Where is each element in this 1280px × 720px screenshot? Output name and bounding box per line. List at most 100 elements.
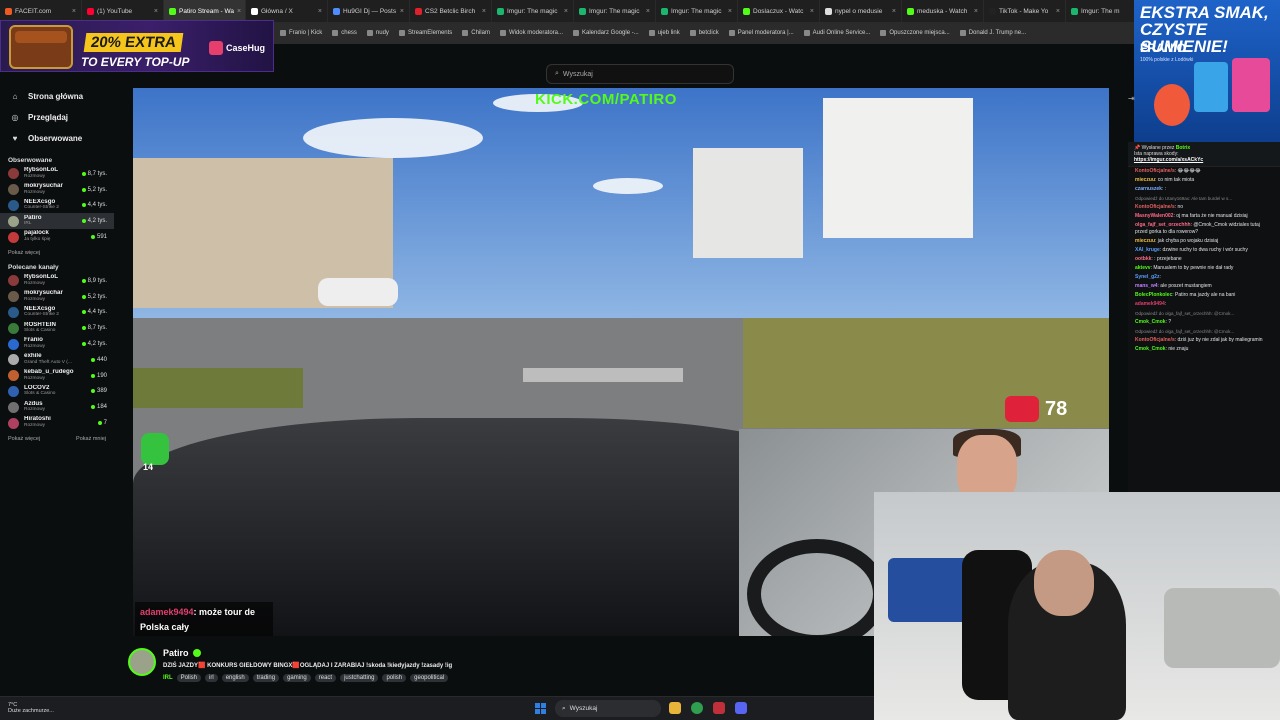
- tab-close-icon[interactable]: ×: [974, 8, 978, 15]
- sidebar-channel-item[interactable]: Franio Rozmowy 4,2 tys.: [0, 336, 114, 352]
- sidebar-channel-item[interactable]: kebab_u_rudego Rozmowy 190: [0, 368, 114, 384]
- collapse-chat-icon[interactable]: ⇥: [1128, 94, 1135, 103]
- chat-username[interactable]: KontoOficjalne/s: [1135, 204, 1175, 210]
- chat-username[interactable]: Cmok_Cmok: [1135, 346, 1166, 352]
- tab-close-icon[interactable]: ×: [564, 8, 568, 15]
- browser-tab[interactable]: meduska - Watch ×: [902, 0, 984, 22]
- chat-username[interactable]: Cmok_Cmok: [1135, 319, 1166, 325]
- tab-close-icon[interactable]: ×: [400, 8, 404, 15]
- app-icon[interactable]: [713, 702, 725, 714]
- stream-tag[interactable]: react: [314, 674, 337, 682]
- franio-ad-banner[interactable]: EKSTRA SMAK, CZYSTE SUMIENIE! FRANIO 100…: [1134, 0, 1280, 142]
- nav-item[interactable]: ♥ Obserwowane: [0, 128, 114, 149]
- chat-username[interactable]: czarnuszek: [1135, 186, 1162, 192]
- tab-close-icon[interactable]: ×: [1056, 8, 1060, 15]
- bookmark-item[interactable]: betclick: [689, 30, 719, 36]
- chat-username[interactable]: XAI_kruge: [1135, 247, 1160, 253]
- category-link[interactable]: IRL: [163, 674, 173, 682]
- chat-username[interactable]: mieczuu: [1135, 177, 1155, 183]
- bookmark-item[interactable]: Widok moderatora...: [499, 30, 563, 36]
- sidebar-channel-item[interactable]: RybsonLoL Rozmowy 8,7 tys.: [0, 166, 114, 182]
- browser-tab[interactable]: CS2 Betclic Birch ×: [410, 0, 492, 22]
- chat-username[interactable]: BolecPlonkolec: [1135, 292, 1172, 298]
- bookmark-item[interactable]: StreamElements: [398, 30, 452, 36]
- windows-start-icon[interactable]: [535, 703, 546, 714]
- sidebar-channel-item[interactable]: NEEXcsgo Counter-Strike 2 4,4 tys.: [0, 198, 114, 214]
- weather-widget[interactable]: 7°C Duże zachmurze...: [8, 702, 54, 714]
- sidebar-channel-item[interactable]: mokrysuchar Rozmowy 5,2 tys.: [0, 182, 114, 198]
- recommended-show-more[interactable]: Pokaż więcej: [8, 436, 40, 442]
- browser-tab[interactable]: Główna / X ×: [246, 0, 328, 22]
- streamer-name[interactable]: Patiro: [163, 648, 189, 658]
- recommended-show-less[interactable]: Pokaż mniej: [76, 436, 106, 442]
- bookmark-item[interactable]: ujeb link: [648, 30, 680, 36]
- sidebar-channel-item[interactable]: Azdus Rozmowy 184: [0, 399, 114, 415]
- chat-username[interactable]: adamek9494: [1135, 301, 1165, 307]
- chat-username[interactable]: Synel_g2z: [1135, 274, 1159, 280]
- browser-tab[interactable]: Imgur: The magic ×: [574, 0, 656, 22]
- tab-close-icon[interactable]: ×: [728, 8, 732, 15]
- chat-username[interactable]: aktevv: [1135, 265, 1151, 271]
- browser-tab[interactable]: Imgur: The magic ×: [656, 0, 738, 22]
- stream-tag[interactable]: Polish: [176, 674, 202, 682]
- sidebar-channel-item[interactable]: ROSHTEIN Slots & Casino 8,7 tys.: [0, 320, 114, 336]
- tab-close-icon[interactable]: ×: [237, 8, 241, 15]
- tab-close-icon[interactable]: ×: [154, 8, 158, 15]
- chat-username[interactable]: ootbkk: [1135, 256, 1151, 262]
- bookmark-item[interactable]: Franio | Kick: [280, 30, 322, 36]
- browser-tab[interactable]: FACEIT.com ×: [0, 0, 82, 22]
- chat-username[interactable]: MasnyWalen002: [1135, 213, 1173, 219]
- browser-tab[interactable]: TikTok - Make Yo ×: [984, 0, 1066, 22]
- chat-username[interactable]: mans_w4: [1135, 283, 1158, 289]
- taskbar-search[interactable]: ⌕ Wyszukaj: [555, 700, 661, 717]
- bookmark-item[interactable]: Audi Online Service...: [803, 30, 870, 36]
- chat-username[interactable]: mieczuu: [1135, 238, 1155, 244]
- site-search-input[interactable]: ⌕ Wyszukaj: [546, 64, 734, 84]
- sidebar-channel-item[interactable]: LOCOV2 Slots & Casino 389: [0, 384, 114, 400]
- tab-close-icon[interactable]: ×: [892, 8, 896, 15]
- bookmark-item[interactable]: chess: [332, 30, 357, 36]
- nav-item[interactable]: ◎ Przeglądaj: [0, 107, 114, 128]
- sidebar-channel-item[interactable]: Patiro IRL 4,2 tys.: [0, 213, 114, 230]
- chat-username[interactable]: olga_fajf_set_orzechhh: [1135, 222, 1191, 228]
- discord-icon[interactable]: [735, 702, 747, 714]
- sidebar-channel-item[interactable]: pajalock Ja tylko śpię 591: [0, 229, 114, 245]
- sidebar-channel-item[interactable]: mokrysuchar Rozmowy 5,2 tys.: [0, 289, 114, 305]
- streamer-avatar[interactable]: [128, 648, 156, 676]
- stream-tag[interactable]: geopolitical: [410, 674, 449, 682]
- file-explorer-icon[interactable]: [669, 702, 681, 714]
- bookmark-item[interactable]: Panel moderatora |...: [728, 30, 794, 36]
- bookmark-item[interactable]: Chilam: [462, 30, 490, 36]
- browser-tab[interactable]: (1) YouTube ×: [82, 0, 164, 22]
- stream-tag[interactable]: gaming: [283, 674, 311, 682]
- stream-tag[interactable]: justchatting: [340, 674, 379, 682]
- sidebar-channel-item[interactable]: exhile Grand Theft Auto V (... 440: [0, 352, 114, 368]
- tab-close-icon[interactable]: ×: [72, 8, 76, 15]
- bookmark-item[interactable]: nudy: [366, 30, 389, 36]
- stream-tag[interactable]: trading: [252, 674, 280, 682]
- chat-username[interactable]: KontoOficjalne/s: [1135, 337, 1175, 343]
- browser-tab[interactable]: nypel o medusie ×: [820, 0, 902, 22]
- stream-tag[interactable]: english: [221, 674, 249, 682]
- chrome-icon[interactable]: [691, 702, 703, 714]
- stream-tag[interactable]: polish: [382, 674, 407, 682]
- followed-show-more[interactable]: Pokaż więcej: [0, 245, 114, 256]
- sidebar-channel-item[interactable]: RybsonLoL Rozmowy 8,9 tys.: [0, 273, 114, 289]
- chat-username[interactable]: KontoOficjalne/s: [1135, 168, 1175, 174]
- browser-tab[interactable]: Hu9GI Dj — Posts ×: [328, 0, 410, 22]
- bookmark-item[interactable]: Opuszczone miejsca...: [880, 30, 950, 36]
- casehug-ad-banner[interactable]: 20% EXTRA TO EVERY TOP-UP CaseHug: [0, 20, 274, 72]
- tab-close-icon[interactable]: ×: [318, 8, 322, 15]
- browser-tab[interactable]: Doslaczux - Watc ×: [738, 0, 820, 22]
- tab-close-icon[interactable]: ×: [646, 8, 650, 15]
- tab-close-icon[interactable]: ×: [482, 8, 486, 15]
- stream-tag[interactable]: irl: [205, 674, 218, 682]
- pinned-link[interactable]: https://imgur.com/a/xsACkYc: [1134, 157, 1203, 163]
- nav-item[interactable]: ⌂ Strona główna: [0, 86, 114, 107]
- bookmark-item[interactable]: Kalendarz Google -...: [573, 30, 639, 36]
- browser-tab[interactable]: Patiro Stream - Wa ×: [164, 0, 246, 22]
- sidebar-channel-item[interactable]: NEEXcsgo Counter-Strike 2 4,4 tys.: [0, 305, 114, 321]
- tab-close-icon[interactable]: ×: [810, 8, 814, 15]
- bookmark-item[interactable]: Donald J. Trump ne...: [959, 30, 1026, 36]
- sidebar-channel-item[interactable]: Hiratoshi Rozmowy 7: [0, 415, 114, 431]
